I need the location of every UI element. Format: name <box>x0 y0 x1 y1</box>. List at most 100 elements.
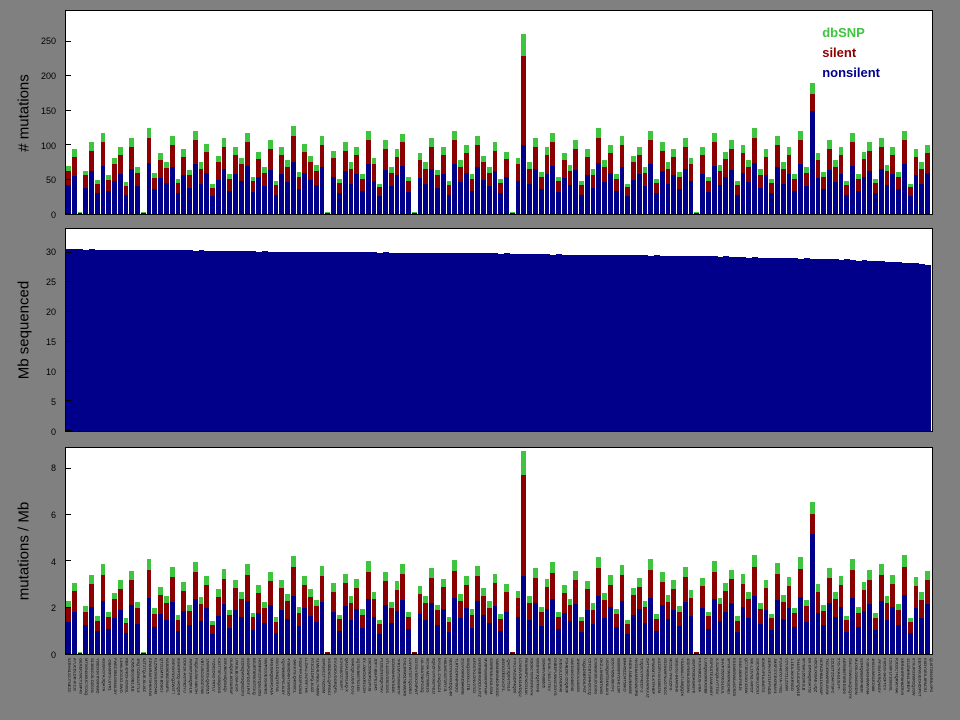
bar-segment-nonsilent <box>66 622 71 654</box>
bar-segment-silent <box>227 179 232 191</box>
bar-segment-dbSNP <box>890 147 895 155</box>
bar-segment-nonsilent <box>867 604 872 654</box>
sample-bar <box>925 448 930 654</box>
bar-segment-silent <box>343 151 348 172</box>
sample-bar <box>118 448 123 654</box>
bar-segment-silent <box>758 175 763 188</box>
bar-segment-silent <box>752 138 757 163</box>
sample-bar <box>158 448 163 654</box>
bar-segment-silent <box>637 155 642 174</box>
sample-bar <box>170 11 175 214</box>
bar-segment-nonsilent <box>176 631 181 654</box>
sample-bar <box>579 11 584 214</box>
sample-bar <box>902 11 907 214</box>
bar-segment-dbSNP <box>101 133 106 143</box>
sample-bar <box>804 11 809 214</box>
sample-bar <box>343 448 348 654</box>
bar-segment-nonsilent <box>389 623 394 654</box>
sample-bar <box>527 11 532 214</box>
bar-segment-dbSNP <box>204 144 209 152</box>
sample-bar <box>706 11 711 214</box>
bar-segment-silent <box>124 186 129 195</box>
bar-segment-silent <box>366 572 371 599</box>
bar-segment-nonsilent <box>758 624 763 654</box>
sample-bar <box>568 11 573 214</box>
bar-segment-dbSNP <box>550 133 555 143</box>
bar-segment-silent <box>418 594 423 614</box>
sample-bar <box>631 448 636 654</box>
bar-segment-silent <box>441 155 446 174</box>
y-axis-ticks: 02468 <box>0 447 60 655</box>
bar-segment-nonsilent <box>164 620 169 654</box>
bar-segment-nonsilent <box>441 174 446 214</box>
sample-bar <box>873 448 878 654</box>
sample-bar <box>222 11 227 214</box>
bar-segment-nonsilent <box>124 633 129 654</box>
bar-segment-nonsilent <box>343 606 348 654</box>
y-tick-label: 25 <box>46 277 56 287</box>
bar-segment-silent <box>527 603 532 620</box>
sample-bar <box>95 448 100 654</box>
bar-segment-nonsilent <box>758 188 763 214</box>
bar-segment-dbSNP <box>919 592 924 599</box>
bar-segment-nonsilent <box>579 195 584 214</box>
sample-bar <box>199 11 204 214</box>
bar-segment-silent <box>689 164 694 181</box>
sample-bar <box>545 448 550 654</box>
bar-segment-silent <box>816 160 821 178</box>
sample-bar <box>204 11 209 214</box>
bar-segment-nonsilent <box>268 605 273 654</box>
sample-bar <box>475 448 480 654</box>
bar-segment-nonsilent <box>781 184 786 214</box>
bar-segment-nonsilent <box>493 606 498 654</box>
bar-segment-nonsilent <box>890 607 895 654</box>
bar-segment-silent <box>521 56 526 145</box>
bar-segment-silent <box>833 167 838 183</box>
bar-segment-dbSNP <box>729 570 734 579</box>
bar-segment-silent <box>470 615 475 628</box>
bar-segment-silent <box>908 187 913 196</box>
y-axis-ticks: 050100150200250 <box>0 10 60 215</box>
sample-bar <box>204 448 209 654</box>
bar-segment-silent <box>251 617 256 629</box>
bar-segment-dbSNP <box>810 502 815 514</box>
bar-segment-silent <box>660 582 665 606</box>
bar-segment-nonsilent <box>718 185 723 214</box>
bar-segment-silent <box>83 612 88 626</box>
bar-segment-dbSNP <box>914 577 919 586</box>
sample-bar <box>354 11 359 214</box>
bar-segment-silent <box>648 570 653 597</box>
bar-segment-dbSNP <box>256 585 261 593</box>
bar-segment-nonsilent <box>683 602 688 654</box>
sample-bar <box>764 448 769 654</box>
sample-bar <box>233 11 238 214</box>
sample-bar <box>769 448 774 654</box>
bar-segment-nonsilent <box>775 600 780 654</box>
sample-bar <box>152 448 157 654</box>
legend-item-nonsilent: nonsilent <box>822 63 880 83</box>
bar-segment-dbSNP <box>620 565 625 575</box>
sample-bar <box>914 11 919 214</box>
sample-bar <box>787 448 792 654</box>
bar-segment-nonsilent <box>308 616 313 654</box>
sample-bar <box>89 448 94 654</box>
bar-segment-dbSNP <box>602 593 607 600</box>
y-tick-mark <box>66 468 71 469</box>
bar-segment-dbSNP <box>608 145 613 153</box>
bar-segment-nonsilent <box>637 174 642 214</box>
bar-segment-silent <box>896 610 901 625</box>
bar-segment-nonsilent <box>614 191 619 214</box>
bar-segment-silent <box>423 603 428 620</box>
bar-segment-silent <box>550 573 555 599</box>
bar-segment-silent <box>245 142 250 165</box>
sample-bar <box>666 448 671 654</box>
sample-bar <box>447 448 452 654</box>
bar-segment-silent <box>291 136 296 161</box>
y-tick-mark <box>66 75 71 76</box>
bar-segment-silent <box>850 142 855 165</box>
sample-bar <box>360 448 365 654</box>
bar-segment-silent <box>890 584 895 607</box>
bar-segment-silent <box>821 611 826 625</box>
bar-segment-dbSNP <box>481 588 486 596</box>
bar-segment-silent <box>533 578 538 603</box>
